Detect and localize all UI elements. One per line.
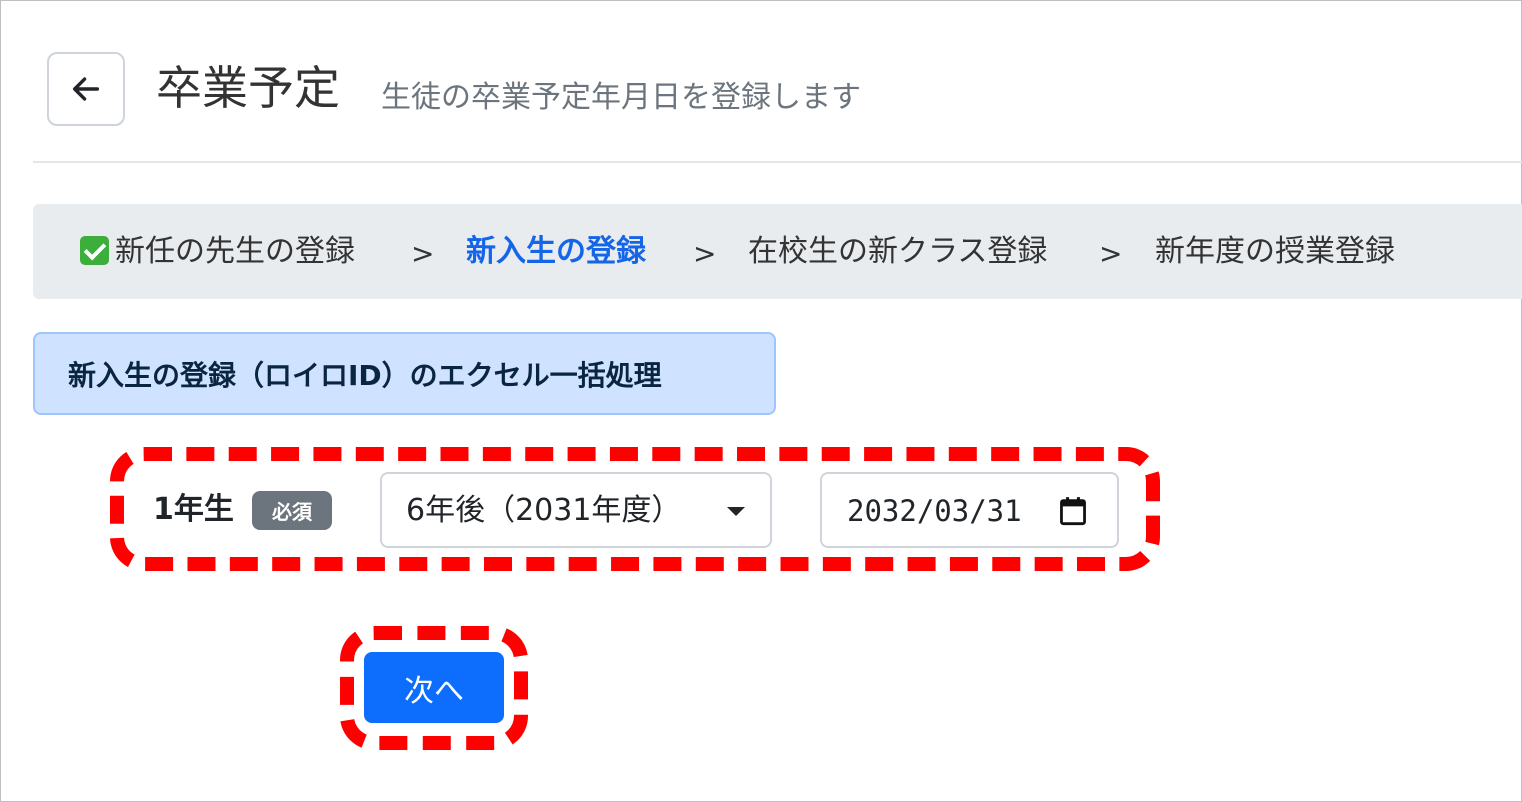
caret-down-icon [727, 507, 745, 516]
check-icon [80, 236, 109, 265]
step-new-teachers: 新任の先生の登録 [80, 232, 355, 272]
back-button[interactable] [47, 52, 125, 126]
step-lesson-registration: 新年度の授業登録 [1155, 234, 1395, 269]
step-label: 新任の先生の登録 [115, 234, 355, 269]
progress-steps: 新任の先生の登録 > 新入生の登録 > 在校生の新クラス登録 > 新年度の授業登… [33, 204, 1522, 299]
panel-title: 新入生の登録（ロイロID）のエクセル一括処理 [33, 332, 776, 415]
graduation-date-value: 2032/03/31 [847, 494, 1022, 528]
grade-label: 1年生 [153, 492, 234, 527]
required-badge: 必須 [252, 491, 332, 530]
step-separator: > [693, 237, 717, 270]
graduation-date-input[interactable]: 2032/03/31 [820, 472, 1119, 548]
arrow-left-icon [72, 77, 100, 101]
graduation-year-value: 6年後（2031年度） [406, 493, 682, 528]
step-separator: > [1099, 237, 1123, 270]
page-subtitle: 生徒の卒業予定年月日を登録します [381, 80, 861, 115]
step-class-assignment: 在校生の新クラス登録 [748, 234, 1048, 269]
calendar-icon[interactable] [1059, 496, 1087, 526]
step-separator: > [411, 237, 435, 270]
header-divider [33, 161, 1522, 163]
page-title: 卒業予定 [156, 61, 340, 115]
next-button[interactable]: 次へ [364, 652, 504, 723]
graduation-year-select[interactable]: 6年後（2031年度） [380, 472, 772, 548]
step-new-students: 新入生の登録 [466, 234, 646, 269]
